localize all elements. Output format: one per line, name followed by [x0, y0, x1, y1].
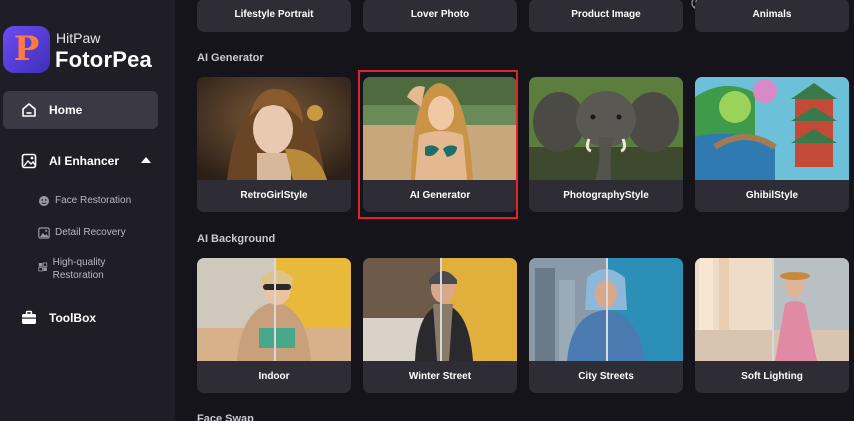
card-label: Winter Street: [363, 361, 517, 393]
card-label: Product Image: [529, 3, 683, 27]
image-icon: [38, 227, 50, 239]
sidebar-subitem-detail-recovery[interactable]: Detail Recovery: [38, 226, 126, 239]
ghibil-style-thumbnail: [695, 77, 849, 180]
card-label: City Streets: [529, 361, 683, 393]
sidebar-item-home[interactable]: Home: [3, 91, 158, 129]
main-content: Lifestyle Portrait Lover Photo Product I…: [175, 0, 854, 421]
before-after-divider[interactable]: [606, 258, 608, 361]
photography-style-thumbnail: [529, 77, 683, 180]
sidebar-subitem-face-restoration[interactable]: Face Restoration: [38, 194, 131, 207]
sidebar-subitem-label: Detail Recovery: [55, 227, 126, 238]
sidebar-item-label: Home: [49, 103, 83, 117]
card-soft-lighting[interactable]: Soft Lighting: [695, 258, 849, 393]
chevron-up-icon[interactable]: [141, 157, 151, 163]
card-label: Lover Photo: [363, 3, 517, 27]
card-indoor[interactable]: Indoor: [197, 258, 351, 393]
card-label: PhotographyStyle: [529, 180, 683, 212]
card-city-streets[interactable]: City Streets: [529, 258, 683, 393]
card-animals[interactable]: Animals: [695, 0, 849, 32]
selected-card-highlight: [358, 70, 518, 219]
retro-girl-thumbnail: [197, 77, 351, 180]
card-product-image[interactable]: Product Image: [529, 0, 683, 32]
brand-name: FotorPea: [55, 47, 152, 72]
sidebar-item-label: ToolBox: [49, 311, 97, 325]
mosaic-icon: [38, 262, 48, 272]
sidebar-subitem-label: High-quality Restoration: [52, 257, 106, 281]
before-after-divider[interactable]: [772, 258, 774, 361]
sidebar: P HitPaw FotorPea Home AI Enhancer Face …: [0, 0, 175, 421]
image-enhance-icon: [21, 153, 37, 169]
app-window: P HitPaw FotorPea Home AI Enhancer Face …: [0, 0, 854, 421]
card-lover-photo[interactable]: Lover Photo: [363, 0, 517, 32]
card-ghibil-style[interactable]: GhibilStyle: [695, 77, 849, 212]
card-label: Animals: [695, 3, 849, 27]
section-title-face-swap: Face Swap: [197, 413, 254, 421]
section-title-ai-generator: AI Generator: [197, 52, 264, 64]
toolbox-icon: [22, 310, 36, 324]
face-icon: [39, 196, 49, 206]
home-icon: [22, 103, 36, 117]
card-photography-style[interactable]: PhotographyStyle: [529, 77, 683, 212]
card-label: Indoor: [197, 361, 351, 393]
sidebar-item-ai-enhancer[interactable]: AI Enhancer: [3, 146, 158, 176]
sidebar-item-toolbox[interactable]: ToolBox: [3, 303, 158, 333]
card-lifestyle-portrait[interactable]: Lifestyle Portrait: [197, 0, 351, 32]
section-title-ai-background: AI Background: [197, 233, 276, 245]
sidebar-item-label: AI Enhancer: [49, 154, 120, 168]
card-label: RetroGirlStyle: [197, 180, 351, 212]
card-label: GhibilStyle: [695, 180, 849, 212]
card-label: Soft Lighting: [695, 361, 849, 393]
card-retro-girl-style[interactable]: RetroGirlStyle: [197, 77, 351, 212]
app-logo: P: [3, 26, 50, 73]
before-after-divider[interactable]: [440, 258, 442, 361]
card-winter-street[interactable]: Winter Street: [363, 258, 517, 393]
card-label: Lifestyle Portrait: [197, 3, 351, 27]
brand-name-small: HitPaw: [56, 30, 101, 46]
before-after-divider[interactable]: [274, 258, 276, 361]
sidebar-subitem-high-quality-restoration[interactable]: High-quality Restoration: [38, 256, 138, 282]
sidebar-subitem-label: Face Restoration: [55, 195, 132, 206]
